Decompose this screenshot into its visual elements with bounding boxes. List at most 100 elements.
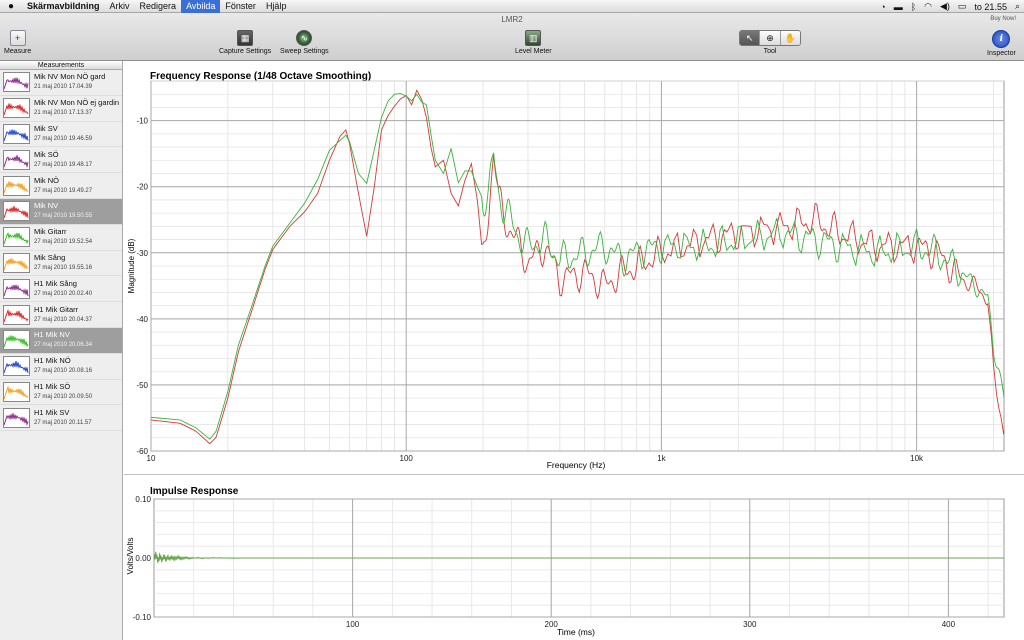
apple-menu-icon[interactable]: ● — [0, 1, 22, 12]
ir-xtick-label: 200 — [545, 620, 559, 629]
measurement-name: H1 Mik SV — [34, 407, 70, 417]
fr-ytick-label: -10 — [136, 117, 148, 126]
fr-xtick-label: 100 — [400, 454, 414, 463]
measurement-item[interactable]: H1 Mik NÖ 27 maj 2010 20.08.16 — [0, 354, 122, 380]
measure-label: Measure — [4, 48, 32, 55]
hand-tool-icon[interactable]: ✋ — [780, 31, 800, 45]
sweep-settings-button[interactable]: ∿ Sweep Settings — [280, 30, 329, 55]
menu-item-app[interactable]: Skärmavbildning — [22, 0, 105, 13]
menu-item-avbilda[interactable]: Avbilda — [181, 0, 221, 13]
thumbnail-curve — [4, 308, 29, 322]
measurement-item[interactable]: Mik Sång 27 maj 2010 19.55.16 — [0, 251, 122, 277]
fr-xlabel: Frequency (Hz) — [547, 460, 606, 470]
measurement-text: Mik Gitarr 27 maj 2010 19.52.54 — [34, 227, 92, 247]
frequency-response-chart[interactable]: Frequency Response (1/48 Octave Smoothin… — [124, 61, 1024, 473]
battery-icon[interactable]: ▭ — [954, 1, 971, 12]
measurements-list: Mik NV Mon NÖ gard 21 maj 2010 17.04.39 Mi… — [0, 70, 122, 432]
fr-title: Frequency Response (1/48 Octave Smoothin… — [150, 71, 371, 82]
sweep-settings-label: Sweep Settings — [280, 48, 329, 55]
measurement-item[interactable]: H1 Mik Gitarr 27 maj 2010 20.04.37 — [0, 302, 122, 328]
time-machine-icon[interactable]: ◔ — [876, 2, 889, 12]
measurement-item[interactable]: Mik NV Mon NÖ gard 21 maj 2010 17.04.39 — [0, 70, 122, 96]
measurement-text: Mik NÖ 27 maj 2010 19.49.27 — [34, 176, 92, 196]
capture-settings-label: Capture Settings — [219, 48, 272, 55]
bluetooth-icon[interactable]: ᛒ — [907, 2, 920, 12]
capture-settings-button[interactable]: ▦ Capture Settings — [219, 30, 271, 55]
display-icon[interactable]: ▬ — [890, 2, 907, 12]
measurement-name: Mik NV Mon NÖ ej gardin — [34, 98, 120, 108]
pointer-tool-icon[interactable]: ↖ — [740, 31, 761, 45]
measurement-name: H1 Mik Sång — [34, 278, 77, 288]
menu-item-redigera[interactable]: Redigera — [135, 0, 182, 13]
thumbnail-curve — [4, 361, 29, 374]
measurement-item[interactable]: Mik NV 27 maj 2010 19.50.55 — [0, 198, 122, 225]
fr-ytick-label: -40 — [136, 315, 148, 324]
inspector-button[interactable]: i Inspector — [987, 30, 1016, 57]
info-icon: i — [992, 30, 1011, 48]
fr-xtick-label: 10 — [147, 454, 156, 463]
measurement-thumbnail — [3, 123, 30, 144]
ir-xtick-label: 300 — [743, 620, 757, 629]
measurement-name: Mik SÖ — [34, 149, 59, 159]
measurement-item[interactable]: Mik SÖ 27 maj 2010 19.48.17 — [0, 147, 122, 174]
impulse-response-chart[interactable]: Impulse Response Volts/Volts Time (ms) 1… — [124, 475, 1024, 640]
measurement-item[interactable]: H1 Mik Sång 27 maj 2010 20.02.40 — [0, 276, 122, 303]
thumbnail-curve — [4, 232, 29, 245]
thumbnail-curve — [4, 385, 29, 400]
measure-button[interactable]: + Measure — [4, 30, 31, 55]
menu-item-arkiv[interactable]: Arkiv — [105, 0, 135, 13]
zoom-tool-icon[interactable]: ⊕ — [760, 31, 781, 45]
measurement-thumbnail — [3, 252, 30, 273]
measurement-thumbnail — [3, 304, 30, 325]
thumbnail-curve — [4, 180, 29, 193]
measurement-date: 27 maj 2010 20.08.16 — [34, 368, 93, 375]
measurement-name: Mik NÖ — [34, 175, 59, 185]
fr-xtick-label: 10k — [910, 454, 924, 463]
menu-item-hjalp[interactable]: Hjälp — [261, 0, 292, 13]
measurement-date: 27 maj 2010 19.49.27 — [34, 187, 93, 194]
measurement-text: H1 Mik SÖ 27 maj 2010 20.09.50 — [34, 382, 92, 402]
tool-selector: ↖ ⊕ ✋ Tool — [739, 30, 801, 55]
ir-ytick-label: 0.10 — [135, 495, 151, 504]
level-meter-button[interactable]: ▥ Level Meter — [515, 30, 552, 55]
measurement-thumbnail — [3, 278, 30, 299]
measurement-thumbnail — [3, 201, 30, 222]
measurement-item[interactable]: H1 Mik SÖ 27 maj 2010 20.09.50 — [0, 380, 122, 406]
measurement-item[interactable]: Mik SV 27 maj 2010 19.46.59 — [0, 122, 122, 148]
ir-xtick-label: 100 — [346, 620, 360, 629]
window-toolbar: LMR2 Buy Now! + Measure ▦ Capture Settin… — [0, 13, 1024, 61]
measurement-item[interactable]: Mik NÖ 27 maj 2010 19.49.27 — [0, 173, 122, 199]
fr-ytick-label: -30 — [136, 249, 148, 258]
measurement-thumbnail — [3, 227, 30, 248]
measurement-date: 27 maj 2010 20.04.37 — [34, 316, 93, 323]
fr-xtick-label: 1k — [657, 454, 666, 463]
measurement-thumbnail — [3, 356, 30, 377]
ir-title: Impulse Response — [150, 486, 239, 497]
measurement-item[interactable]: Mik Gitarr 27 maj 2010 19.52.54 — [0, 225, 122, 251]
measurement-name: Mik Sång — [34, 252, 66, 262]
thumbnail-curve — [4, 129, 29, 142]
ir-xlabel: Time (ms) — [557, 627, 595, 637]
measurement-text: Mik NV 27 maj 2010 19.50.55 — [34, 201, 92, 221]
ir-plot: 100 200 300 400 0.10 0.00 -0.10 — [133, 495, 1005, 629]
fr-ytick-label: -50 — [136, 381, 148, 390]
volume-icon[interactable]: ◀) — [936, 1, 954, 12]
capture-settings-icon: ▦ — [237, 30, 254, 46]
measurement-text: H1 Mik NV 27 maj 2010 20.06.34 — [34, 330, 92, 350]
measurement-name: H1 Mik NV — [34, 330, 70, 340]
wifi-icon[interactable]: ◠ — [920, 1, 936, 12]
measurement-item[interactable]: Mik NV Mon NÖ ej gardin 21 maj 2010 17.13… — [0, 96, 122, 122]
spotlight-icon[interactable]: ⌕ — [1011, 1, 1024, 12]
buy-now-link[interactable]: Buy Now! — [990, 16, 1016, 22]
measurement-item[interactable]: H1 Mik NV 27 maj 2010 20.06.34 — [0, 327, 122, 354]
menu-bar: ● Skärmavbildning Arkiv Redigera Avbilda… — [0, 0, 1024, 13]
fr-plot: -60-50-40-30-20-1010 100 1k 10k — [136, 80, 1005, 463]
measurement-date: 27 maj 2010 19.50.55 — [34, 213, 93, 220]
measurement-thumbnail — [3, 98, 30, 119]
measurements-header: Measurements — [0, 61, 122, 70]
thumbnail-curve — [4, 103, 29, 116]
measurement-item[interactable]: H1 Mik SV 27 maj 2010 20.11.57 — [0, 405, 122, 432]
measurement-name: Mik NV Mon NÖ gard — [34, 72, 106, 82]
menu-clock[interactable]: to 21.55 — [970, 2, 1011, 12]
menu-item-fonster[interactable]: Fönster — [220, 0, 261, 13]
